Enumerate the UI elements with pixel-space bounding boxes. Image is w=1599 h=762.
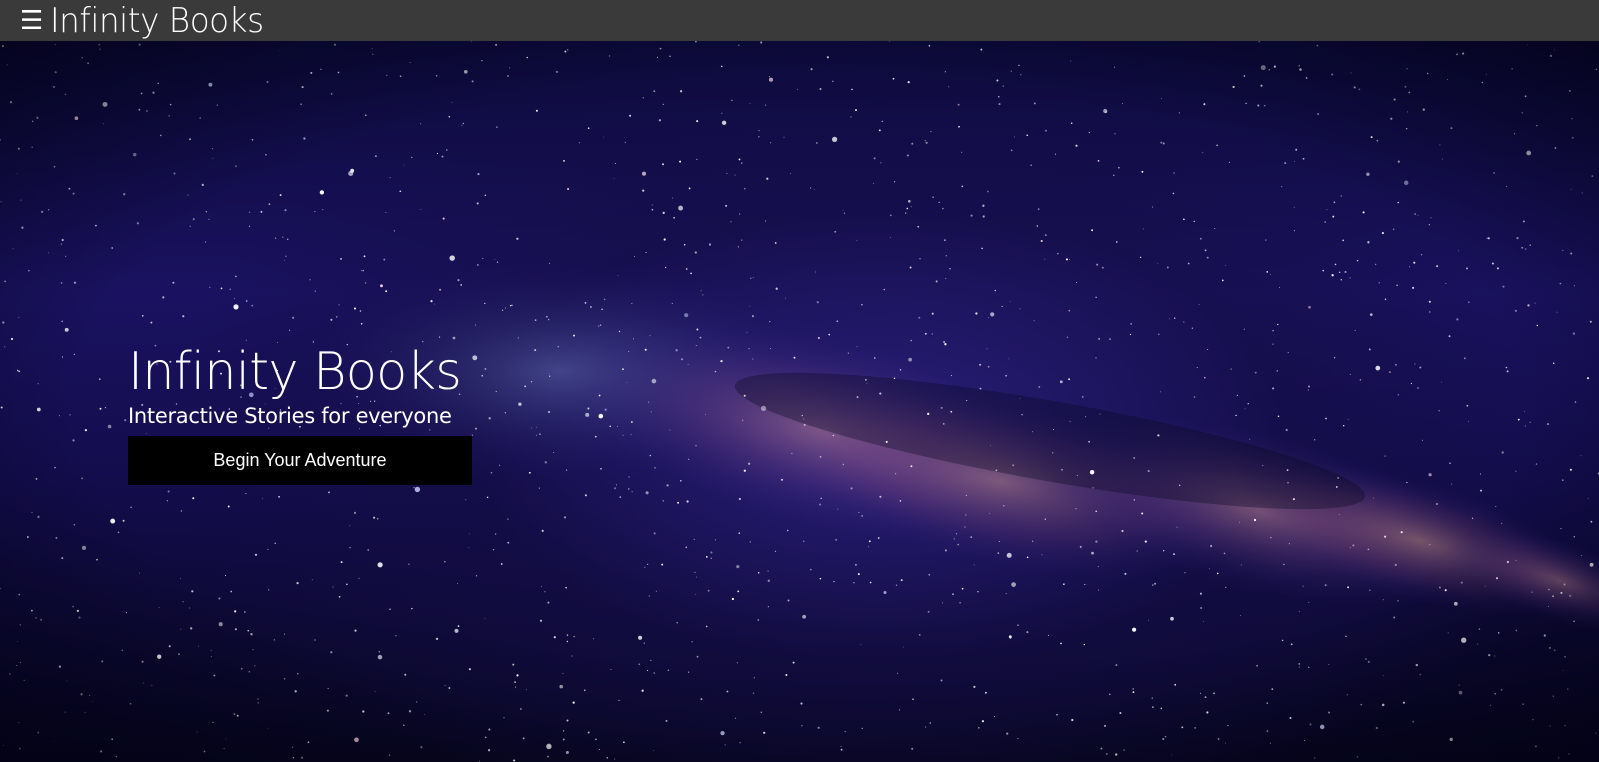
hamburger-menu-icon[interactable]: ☰	[20, 8, 43, 34]
navbar-brand[interactable]: Infinity Books	[50, 4, 264, 38]
hero-section: Infinity Books Interactive Stories for e…	[0, 41, 1599, 762]
top-navbar: ☰ Infinity Books	[0, 0, 1599, 41]
hero-content: Infinity Books Interactive Stories for e…	[128, 346, 472, 485]
hero-title: Infinity Books	[128, 342, 462, 402]
begin-adventure-button[interactable]: Begin Your Adventure	[128, 436, 472, 485]
hero-subtitle: Interactive Stories for everyone	[128, 404, 452, 428]
